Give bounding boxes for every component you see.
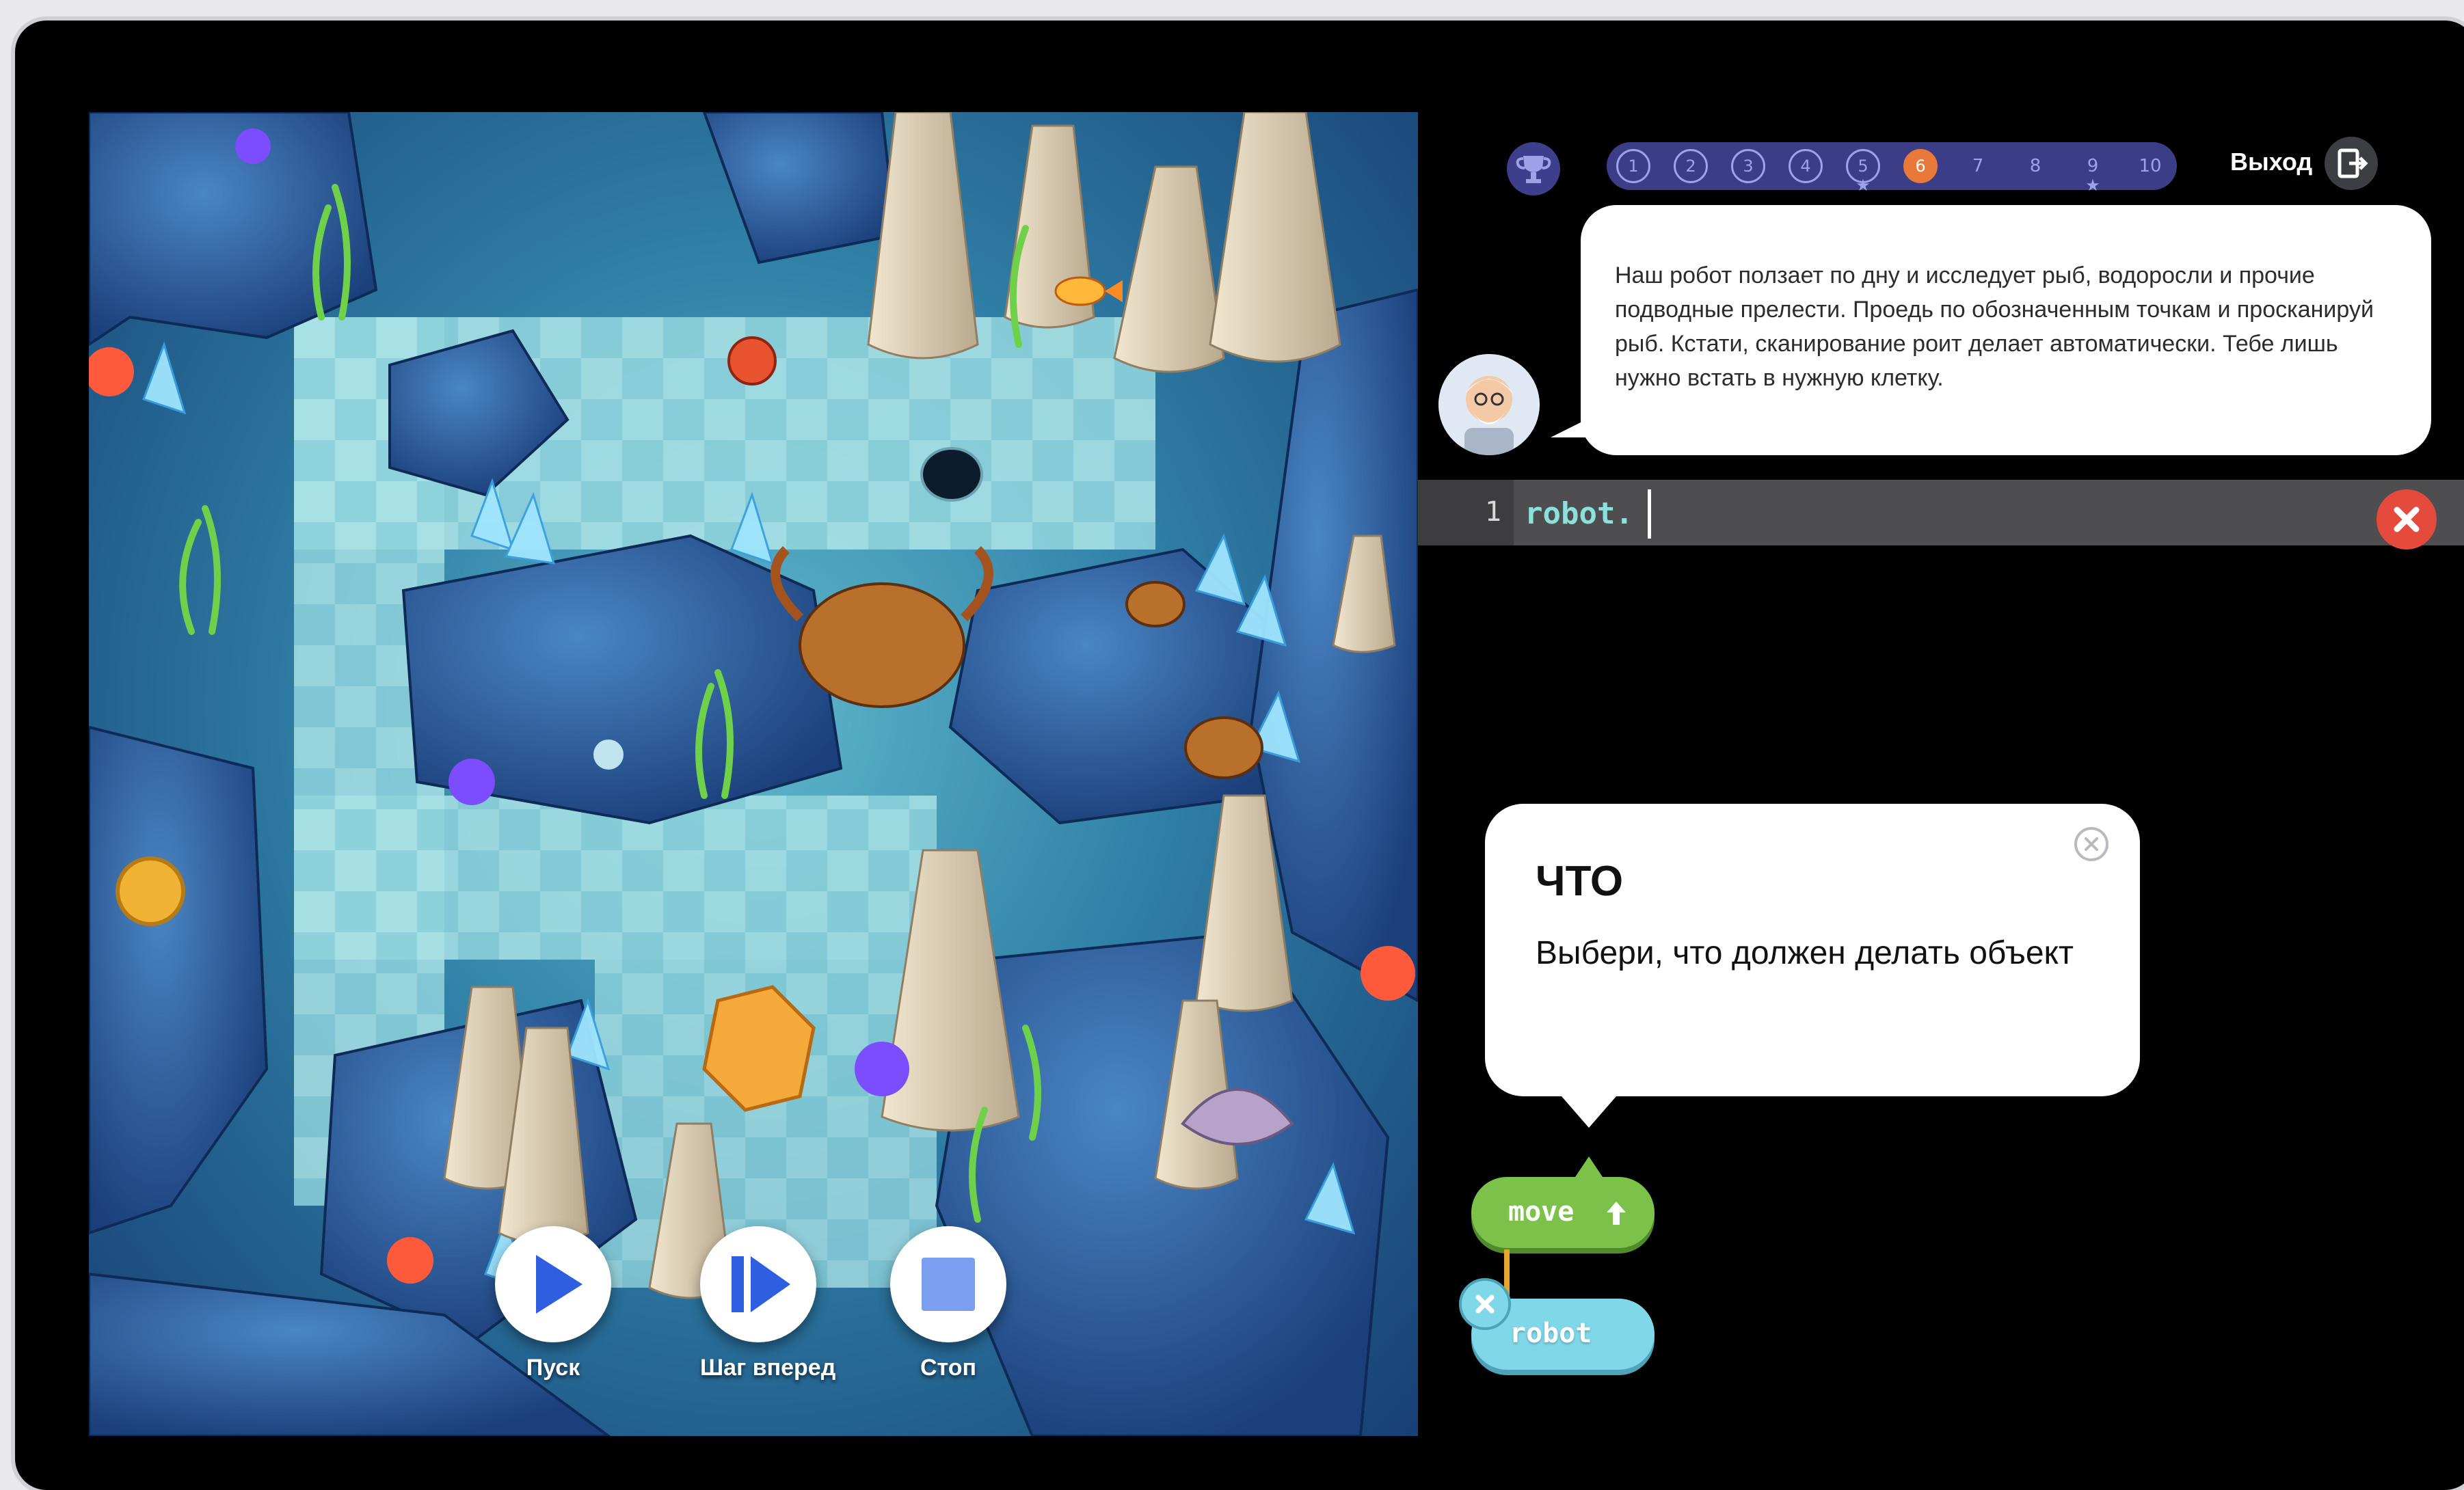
move-block[interactable]: move — [1471, 1156, 1655, 1248]
star-icon: ★ — [2085, 176, 2100, 195]
arrow-up-icon — [1607, 1202, 1626, 1225]
level-1[interactable]: 1 — [1609, 146, 1657, 187]
remove-block-button[interactable] — [1459, 1278, 1511, 1330]
avatar-icon — [1438, 354, 1540, 455]
exit-label[interactable]: Выход — [2230, 148, 2312, 176]
tooltip-title: ЧТО — [1536, 858, 1624, 905]
run-control[interactable]: Пуск — [495, 1226, 611, 1381]
close-circle-icon — [2074, 827, 2108, 861]
exit-button[interactable] — [2325, 137, 2378, 190]
level-8[interactable]: 8 — [2011, 146, 2059, 187]
level-2[interactable]: 2 — [1667, 146, 1715, 187]
trophy-icon — [1516, 156, 1551, 183]
level-9[interactable]: 9 ★ — [2069, 146, 2117, 195]
run-label: Пуск — [526, 1355, 580, 1381]
code-line[interactable]: robot. — [1525, 496, 1633, 531]
code-editor[interactable]: 1 robot. — [1418, 480, 2464, 545]
trophy-button[interactable] — [1507, 142, 1560, 195]
robot-block-label: robot — [1510, 1318, 1592, 1349]
exit-door-icon — [2338, 148, 2368, 178]
star-icon: ★ — [1856, 176, 1871, 195]
game-board: Пуск Шаг вперед Стоп — [89, 112, 1418, 1436]
stop-button[interactable] — [890, 1226, 1006, 1342]
mission-bubble: Наш робот ползает по дну и исследует рыб… — [1581, 205, 2431, 455]
tooltip-close-button[interactable] — [2073, 826, 2110, 863]
fish-icon — [1054, 276, 1123, 306]
stop-label: Стоп — [920, 1355, 977, 1381]
tooltip-text: Выбери, что должен делать объект — [1536, 935, 2074, 971]
clear-code-button[interactable] — [2376, 489, 2437, 550]
close-icon — [2394, 506, 2420, 532]
close-icon — [1475, 1295, 1495, 1314]
level-5[interactable]: 5 ★ — [1839, 146, 1887, 195]
block-notch — [1575, 1156, 1603, 1177]
step-label: Шаг вперед — [700, 1355, 836, 1381]
level-6-current[interactable]: 6 — [1897, 146, 1944, 187]
level-progress-bar: 1 2 3 4 5 ★ 6 7 8 9 ★ 10 — [1607, 142, 2177, 195]
step-control[interactable]: Шаг вперед — [700, 1226, 836, 1381]
text-cursor — [1648, 489, 1651, 539]
mission-text: Наш робот ползает по дну и исследует рыб… — [1615, 262, 2374, 391]
level-4[interactable]: 4 — [1782, 146, 1830, 187]
professor-avatar — [1438, 354, 1540, 455]
stop-control[interactable]: Стоп — [890, 1226, 1006, 1381]
tooltip-tail — [1562, 1096, 1616, 1128]
app-window: Пуск Шаг вперед Стоп 1 2 3 4 5 ★ 6 7 8 9… — [15, 21, 2464, 1490]
step-forward-button[interactable] — [700, 1226, 816, 1342]
level-3[interactable]: 3 — [1724, 146, 1772, 187]
play-icon — [536, 1255, 582, 1314]
step-forward-icon — [732, 1256, 790, 1312]
stop-icon — [922, 1258, 975, 1311]
level-10[interactable]: 10 — [2126, 146, 2174, 187]
line-number: 1 — [1418, 480, 1514, 545]
level-7[interactable]: 7 — [1954, 146, 2002, 187]
move-block-label: move — [1508, 1196, 1575, 1228]
run-button[interactable] — [495, 1226, 611, 1342]
hint-tooltip: ЧТО Выбери, что должен делать объект — [1485, 804, 2140, 1096]
